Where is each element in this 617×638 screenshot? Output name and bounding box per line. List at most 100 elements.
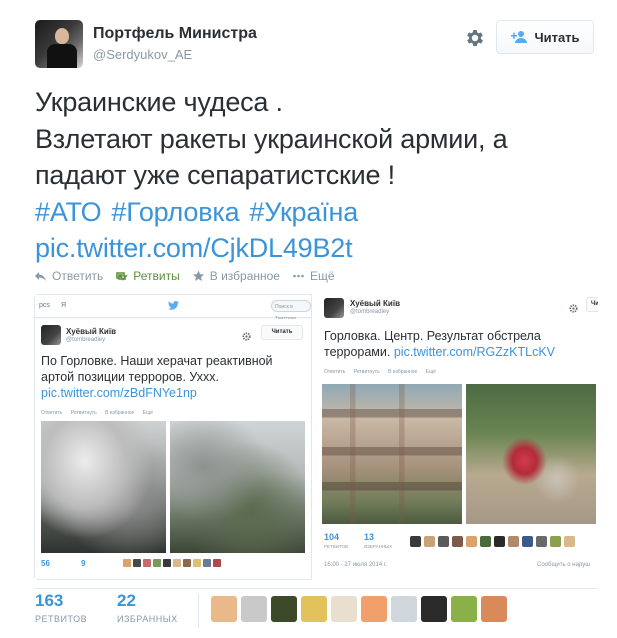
embedded-tweet-card: Хуёвый Київ @tombreadley Читать По Горло… [35, 319, 311, 579]
embedded-action: Ретвитнуть [353, 369, 380, 375]
embedded-photo-smoke [41, 421, 166, 553]
embedded-favoriter-avatar[interactable] [410, 536, 421, 547]
embedded-action: Ещё [142, 410, 153, 416]
stats-separator [198, 594, 199, 628]
embedded-media-link: pic.twitter.com/RGZzKTLcKV [393, 345, 555, 359]
embedded-favoriter-avatar[interactable] [536, 536, 547, 547]
favoriter-avatar[interactable] [421, 596, 447, 622]
tweet-line: Взлетают ракеты украинской армии, а [35, 123, 508, 154]
embedded-favoriter-avatar[interactable] [143, 559, 151, 567]
favoriter-avatar[interactable] [241, 596, 267, 622]
embedded-retweet-count: 104 [324, 532, 340, 542]
embedded-follow-button: Читать [261, 325, 303, 340]
embedded-favoriter-avatar[interactable] [564, 536, 575, 547]
embedded-favoriter-avatar[interactable] [550, 536, 561, 547]
embedded-tweet-text: Горловка. Центр. Результат обстрела терр… [324, 328, 598, 360]
author-handle[interactable]: @Serdyukov_AE [93, 47, 192, 62]
embedded-handle: @tombreadley [350, 309, 390, 315]
hashtag-link[interactable]: #АТО [35, 197, 102, 227]
embedded-screenshot-left[interactable]: pcs Я Поиск в Твиттере Хуёвый Київ @tomb… [34, 294, 312, 580]
embedded-action: Ретвитнуть [70, 410, 97, 416]
tweet-media[interactable]: pcs Я Поиск в Твиттере Хуёвый Київ @tomb… [34, 294, 598, 580]
embedded-favoriter-avatar[interactable] [163, 559, 171, 567]
embedded-favoriter-avatar[interactable] [133, 559, 141, 567]
embedded-favoriter-avatar[interactable] [213, 559, 221, 567]
embedded-tweet-text: По Горловке. Наши херачат реактивной арт… [41, 353, 311, 401]
embedded-favorite-count: 13 [364, 532, 375, 542]
embedded-action: В избранное [105, 410, 135, 416]
media-link[interactable]: pic.twitter.com/CjkDL49B2t [35, 230, 605, 267]
embedded-favoriter-avatar[interactable] [480, 536, 491, 547]
favorite-count[interactable]: 22 [117, 591, 136, 611]
embedded-favorite-label: ИЗБРАННЫХ [364, 544, 393, 549]
twitter-bird-icon [168, 301, 179, 310]
embedded-favorite-count: 9 [81, 559, 86, 568]
favorite-count-label[interactable]: ИЗБРАННЫХ [117, 614, 178, 624]
reply-icon [35, 272, 46, 281]
retweet-count[interactable]: 163 [35, 591, 63, 611]
embedded-favoriter-avatar[interactable] [438, 536, 449, 547]
tweet-line: Украинские чудеса . [35, 87, 283, 117]
embedded-screenshot-right[interactable]: Хуёвый Київ @tombreadley Читать Горловка… [318, 294, 598, 580]
more-label: Ещё [309, 269, 335, 283]
embedded-action: Ещё [425, 369, 436, 375]
embedded-photo-city [170, 421, 305, 553]
more-action[interactable]: Ещё [292, 269, 335, 283]
favoriter-avatar[interactable] [211, 596, 237, 622]
favoriter-avatar[interactable] [331, 596, 357, 622]
embedded-retweet-label: РЕТВИТОВ [324, 544, 349, 549]
retweet-count-label[interactable]: РЕТВИТОВ [35, 614, 87, 624]
embedded-gear-icon [242, 328, 251, 341]
embedded-favoriters [410, 536, 575, 547]
embedded-avatar [324, 298, 344, 318]
embedded-favoriter-avatar[interactable] [522, 536, 533, 547]
embedded-favoriter-avatar[interactable] [183, 559, 191, 567]
embedded-favoriter-avatar[interactable] [424, 536, 435, 547]
hashtag-list: #АТО #Горловка #Україна [35, 194, 605, 231]
author-avatar[interactable] [35, 20, 83, 68]
hashtag-link[interactable]: #Горловка [111, 197, 239, 227]
follow-button[interactable]: Читать [496, 20, 594, 54]
reply-label: Ответить [52, 269, 104, 283]
embedded-tweet-prefix: террорами. [324, 345, 391, 359]
hashtag-link[interactable]: #Україна [249, 197, 358, 227]
favorite-action[interactable]: В избранное [192, 269, 280, 283]
embedded-favoriter-avatar[interactable] [508, 536, 519, 547]
tweet-line: падают уже сепаратистские ! [35, 160, 395, 190]
embedded-favoriter-avatar[interactable] [203, 559, 211, 567]
favoriter-avatar[interactable] [301, 596, 327, 622]
favoriter-avatar[interactable] [451, 596, 477, 622]
embedded-favoriter-avatar[interactable] [193, 559, 201, 567]
reply-action[interactable]: Ответить [34, 269, 103, 283]
retweet-action[interactable]: Ретвиты [115, 269, 180, 283]
embedded-action: В избранное [388, 369, 418, 375]
tweet-actions: Ответить Ретвиты В избранное Ещё [34, 268, 347, 284]
retweet-label: Ретвиты [133, 269, 180, 283]
embedded-favoriter-avatar[interactable] [173, 559, 181, 567]
favoriter-avatar[interactable] [481, 596, 507, 622]
embedded-favoriter-avatar[interactable] [123, 559, 131, 567]
embedded-follow-button: Читать [586, 297, 598, 312]
embedded-topbar-item: pcs [39, 302, 50, 309]
embedded-action: Ответить [324, 369, 346, 375]
favorite-label: В избранное [209, 269, 280, 283]
gear-icon[interactable] [464, 27, 486, 49]
embedded-actions: Ответить Ретвитнуть В избранное Ещё [324, 369, 443, 375]
embedded-topbar: pcs Я Поиск в Твиттере [35, 295, 311, 322]
embedded-gear-icon [569, 300, 578, 313]
embedded-tweet-line: По Горловке. Наши херачат реактивной [41, 354, 273, 368]
embedded-favoriter-avatar[interactable] [494, 536, 505, 547]
embedded-photo-damaged-building [322, 384, 462, 524]
embedded-tweet-line: артой позиции терроров. Уххх. [41, 370, 219, 384]
favoriter-avatar[interactable] [391, 596, 417, 622]
embedded-report-link: Сообщить о наруш [537, 562, 591, 568]
embedded-handle: @tombreadley [66, 337, 106, 343]
embedded-favoriter-avatar[interactable] [153, 559, 161, 567]
embedded-favoriter-avatar[interactable] [466, 536, 477, 547]
favoriter-avatar[interactable] [271, 596, 297, 622]
embedded-favoriters [123, 559, 221, 567]
favoriter-avatar[interactable] [361, 596, 387, 622]
embedded-topbar-item: Я [61, 302, 67, 309]
embedded-favoriter-avatar[interactable] [452, 536, 463, 547]
author-display-name[interactable]: Портфель Министра [93, 25, 257, 43]
